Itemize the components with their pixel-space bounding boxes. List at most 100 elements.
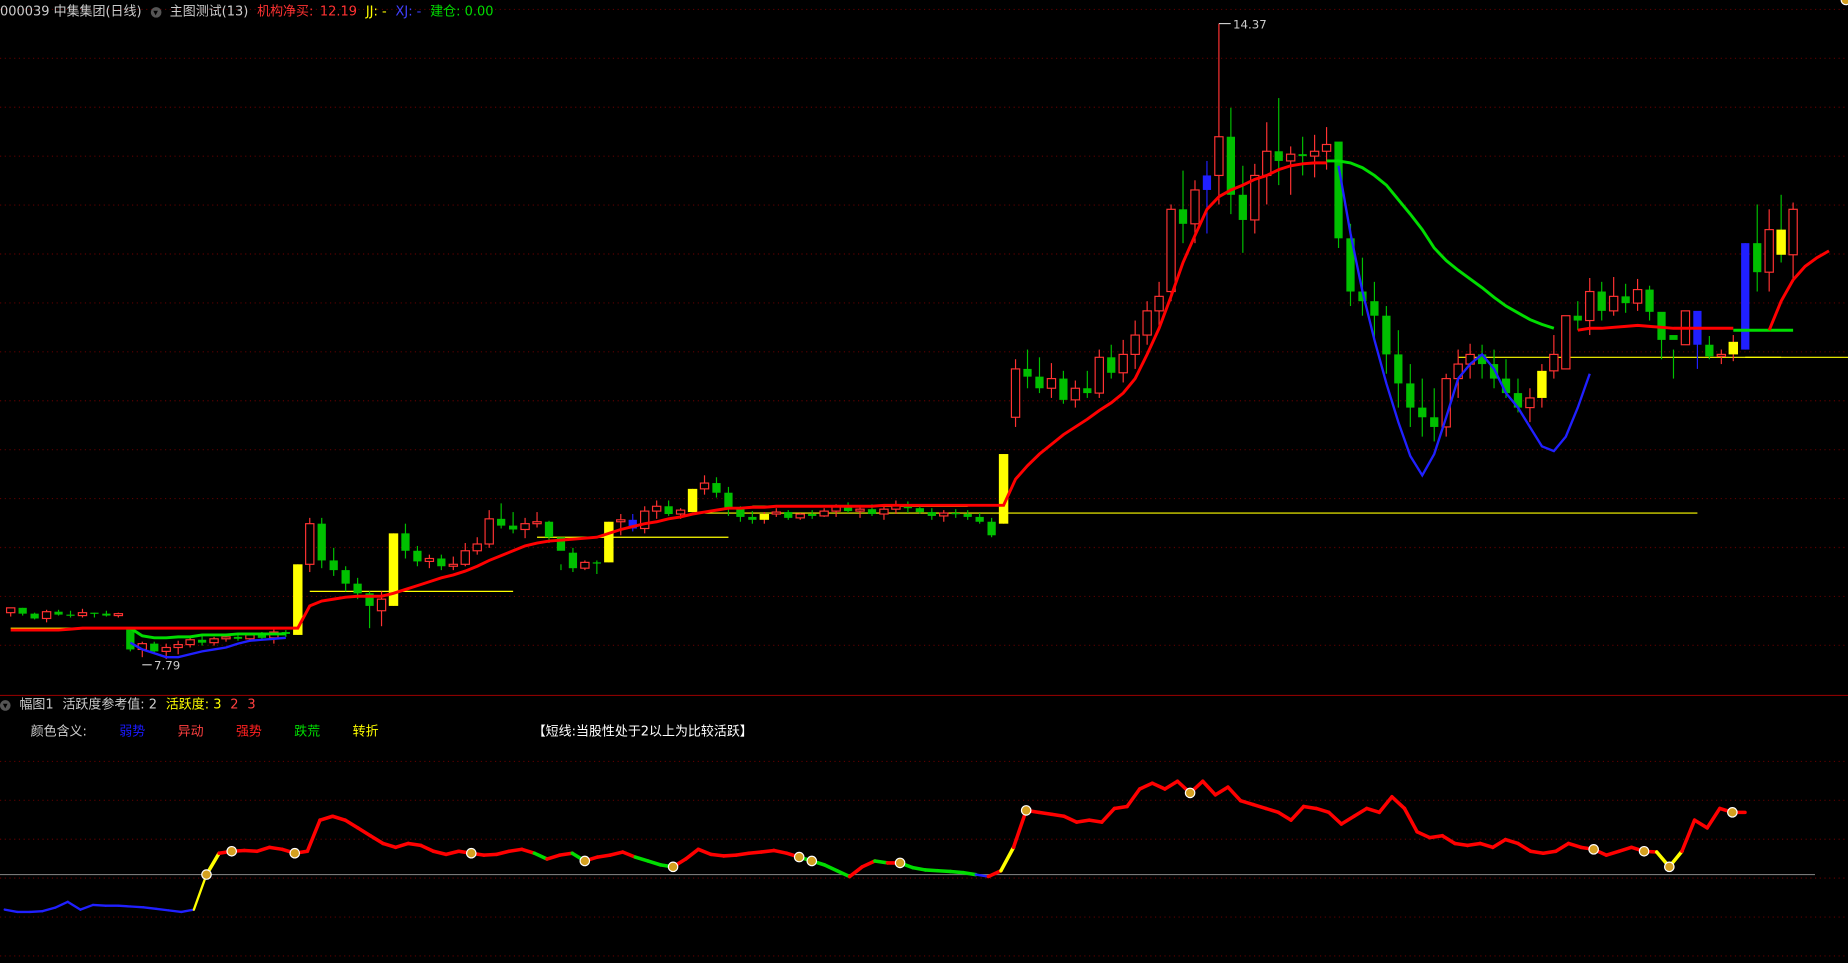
- collapse-icon[interactable]: ▾: [0, 699, 11, 711]
- activity-segment: [961, 870, 978, 877]
- activity-segment: [507, 847, 524, 854]
- candle-body: [1549, 353, 1559, 372]
- candle-body: [699, 482, 710, 490]
- candle-body: [1753, 243, 1762, 273]
- chart-canvas[interactable]: 14.37 7.79: [0, 0, 1848, 963]
- activity-segment: [1314, 806, 1331, 815]
- activity-segment: [1037, 810, 1054, 817]
- activity-segment: [3, 908, 19, 914]
- act-val-2: 3: [247, 696, 256, 712]
- activity-segment: [1213, 785, 1230, 797]
- activity-segment: [1402, 806, 1419, 834]
- candle-body: [1226, 136, 1235, 195]
- candle-body: [651, 505, 662, 512]
- candle-body: [927, 512, 936, 516]
- candle-body: [1035, 376, 1044, 389]
- candle-body: [1669, 335, 1678, 340]
- candle-body: [77, 612, 88, 617]
- activity-segment: [494, 849, 511, 857]
- activity-segment: [608, 850, 625, 857]
- money-bag-icon: [667, 861, 679, 873]
- legend-turning: 转折: [352, 723, 379, 740]
- activity-segment: [368, 833, 385, 846]
- activity-segment: [822, 863, 839, 873]
- activity-segment: [1390, 795, 1407, 811]
- candle-body: [712, 483, 721, 493]
- stock-chart-window: 14.37 7.79 000039 中集集团(日线) ▾ 主图测试(13) 机构净…: [0, 0, 1848, 963]
- money-bag-icon: [1664, 861, 1675, 873]
- candle-body: [771, 511, 782, 515]
- candle-body: [1083, 388, 1092, 394]
- candle-body: [1190, 189, 1200, 225]
- stock-title: 000039 中集集团(日线): [0, 3, 142, 19]
- candle-body: [915, 508, 924, 513]
- candle-body: [221, 636, 231, 640]
- candle-body: [1070, 387, 1081, 401]
- candle-body: [460, 550, 470, 565]
- max-price-label: 14.37: [1233, 17, 1267, 31]
- activity-segment: [1112, 804, 1129, 811]
- activity-segment: [557, 851, 574, 857]
- candle-body: [879, 508, 889, 515]
- sub-title[interactable]: 幅图1: [19, 697, 53, 712]
- candle-body: [664, 506, 673, 515]
- indicator-name[interactable]: 主图测试(13): [170, 4, 248, 19]
- activity-segment: [936, 868, 953, 874]
- activity-segment: [1491, 837, 1508, 850]
- candle-body: [484, 518, 494, 545]
- ma-green-line: [1326, 159, 1555, 330]
- activity-segment: [444, 849, 461, 857]
- candle-body: [639, 510, 650, 530]
- signal-bar: [1776, 229, 1786, 255]
- candle-body: [209, 638, 219, 644]
- candle-body: [748, 516, 757, 520]
- candle-body: [724, 492, 733, 509]
- candle-body: [1274, 151, 1283, 161]
- candle-body: [975, 516, 984, 522]
- money-bag-icon: [1840, 0, 1848, 6]
- candle-body: [532, 521, 542, 525]
- activity-segment: [356, 826, 373, 838]
- activity-segment: [431, 849, 448, 857]
- activity-segment: [1427, 833, 1445, 840]
- candle-body: [1585, 290, 1595, 322]
- main-header: 000039 中集集团(日线) ▾ 主图测试(13) 机构净买: 12.19 J…: [0, 4, 498, 21]
- activity-segment: [1604, 849, 1621, 857]
- candle-body: [1298, 154, 1307, 157]
- candle-body: [1118, 353, 1128, 374]
- activity-segment: [1617, 845, 1634, 854]
- activity-segment: [192, 873, 208, 911]
- activity-segment: [873, 859, 890, 865]
- activity-segment: [330, 814, 347, 822]
- activity-segment: [860, 859, 877, 869]
- activity-segment: [267, 845, 284, 852]
- candle-body: [951, 513, 960, 515]
- activity-segment: [255, 845, 272, 854]
- activity-segment: [393, 841, 411, 850]
- activity-segment: [1049, 812, 1066, 819]
- money-bag-icon: [579, 855, 591, 867]
- candle-body: [616, 519, 626, 523]
- activity-segment: [1301, 804, 1318, 811]
- settings-icon[interactable]: ▾: [150, 6, 161, 18]
- candle-body: [1285, 153, 1296, 162]
- legend-unusual: 异动: [177, 723, 204, 740]
- activity-segment: [305, 818, 322, 854]
- activity-segment: [633, 855, 650, 863]
- activity-segment: [746, 850, 764, 855]
- candle-body: [1262, 150, 1272, 177]
- candle-body: [1023, 368, 1032, 377]
- legend-strong: 强势: [235, 723, 262, 740]
- activity-segment: [1478, 841, 1495, 850]
- activity-segment: [1200, 779, 1218, 797]
- activity-segment: [532, 851, 549, 861]
- candle-body: [592, 562, 601, 564]
- activity-segment: [1705, 806, 1722, 830]
- candle-body: [305, 523, 315, 565]
- candle-body: [1094, 356, 1104, 394]
- jj-label: JJ: -: [365, 3, 387, 19]
- activity-segment: [66, 900, 82, 911]
- candle-body: [448, 563, 459, 567]
- signal-bar: [759, 514, 770, 520]
- candle-body: [150, 643, 159, 652]
